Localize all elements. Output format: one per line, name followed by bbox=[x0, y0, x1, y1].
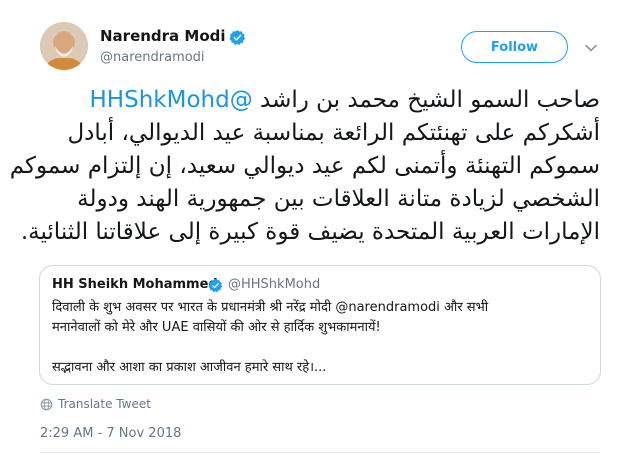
tweet-line-5: الإمارات العربية المتحدة يضيف قوة كبيرة … bbox=[20, 219, 600, 245]
author-avatar[interactable] bbox=[40, 22, 88, 70]
tweet-card: Narendra Modi @narendramodi Follow صاحب … bbox=[0, 0, 639, 458]
author-handle[interactable]: @narendramodi bbox=[100, 50, 205, 65]
verified-badge-icon bbox=[229, 30, 246, 45]
quoted-tweet-body: दिवाली के शुभ अवसर पर भारत के प्रधानमंत्… bbox=[52, 298, 592, 378]
divider bbox=[40, 452, 600, 453]
follow-button[interactable]: Follow bbox=[461, 31, 568, 63]
tweet-body: صاحب السمو الشيخ محمد بن راشد @HHShkMohd… bbox=[9, 84, 600, 249]
quoted-author-handle: @HHShkMohd bbox=[228, 277, 321, 292]
globe-icon bbox=[40, 398, 53, 410]
mention-link[interactable]: @HHShkMohd bbox=[90, 87, 253, 113]
quoted-tweet[interactable]: HH Sheikh Mohammed @HHShkMohd दिवाली के … bbox=[39, 265, 601, 385]
quoted-line-2: मनानेवालों को मेरे और UAE वासियों की ओर … bbox=[52, 320, 381, 335]
author-name[interactable]: Narendra Modi bbox=[100, 27, 226, 45]
tweet-line-1: صاحب السمو الشيخ محمد بن راشد @HHShkMohd bbox=[38, 84, 600, 117]
tweet-line-2: أشكركم على تهنئتكم الرائعة بمناسبة عيد ا… bbox=[67, 120, 600, 146]
quoted-author-name: HH Sheikh Mohammed bbox=[52, 277, 218, 292]
quoted-verified-badge-icon bbox=[208, 278, 223, 293]
chevron-down-icon[interactable] bbox=[583, 40, 599, 56]
quoted-paragraph-gap bbox=[52, 338, 592, 358]
quoted-line-3: सद्भावना और आशा का प्रकाश आजीवन हमारे सा… bbox=[52, 360, 327, 375]
translate-label: Translate Tweet bbox=[58, 397, 151, 411]
avatar-image bbox=[40, 22, 88, 70]
translate-tweet-link[interactable]: Translate Tweet bbox=[40, 396, 151, 412]
tweet-line-3: سموكم التهنئة وأتمنى لكم عيد ديوالي سعيد… bbox=[9, 153, 600, 179]
tweet-timestamp[interactable]: 2:29 AM - 7 Nov 2018 bbox=[40, 426, 181, 441]
tweet-line-text: صاحب السمو الشيخ محمد بن راشد bbox=[260, 87, 600, 113]
quoted-line-1: दिवाली के शुभ अवसर पर भारत के प्रधानमंत्… bbox=[52, 300, 489, 315]
tweet-line-4: الشخصي لزيادة متانة العلاقات بين جمهورية… bbox=[77, 186, 600, 212]
